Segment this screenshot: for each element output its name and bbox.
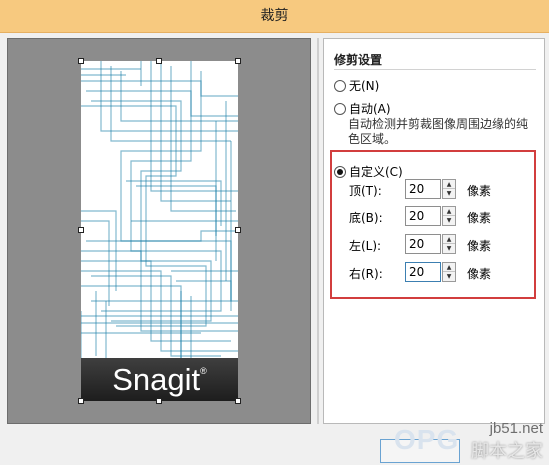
crop-handle-top-left[interactable] [78, 58, 84, 64]
spin-down-icon[interactable]: ▼ [443, 244, 455, 253]
crop-handle-bottom-center[interactable] [156, 398, 162, 404]
trim-settings-pane: 修剪设置 无(N) 自动(A) 自动检测并剪裁图像周围边缘的纯色区域。 自定义(… [323, 38, 545, 424]
auto-description: 自动检测并剪裁图像周围边缘的纯色区域。 [348, 117, 529, 146]
window-title: 裁剪 [260, 8, 289, 24]
crop-preview-pane[interactable]: Snagit® [7, 38, 311, 424]
option-none-label: 无(N) [349, 79, 380, 93]
field-left: 左(L): 20 ▲ ▼ 像素 [349, 234, 499, 255]
top-margin-spinner[interactable]: ▲ ▼ [442, 179, 456, 199]
field-top: 顶(T): 20 ▲ ▼ 像素 [349, 179, 499, 200]
spin-up-icon[interactable]: ▲ [443, 263, 455, 272]
field-left-label: 左(L): [349, 239, 382, 253]
spin-up-icon[interactable]: ▲ [443, 235, 455, 244]
bottom-margin-spinner[interactable]: ▲ ▼ [442, 206, 456, 226]
section-title: 修剪设置 [334, 53, 383, 67]
top-margin-input[interactable]: 20 [405, 179, 441, 199]
field-top-unit: 像素 [467, 184, 492, 198]
option-custom[interactable]: 自定义(C) [334, 163, 403, 180]
site-watermark: OPG jb51.net 脚本之家 [394, 418, 549, 465]
brand-text: Snagit [112, 362, 201, 397]
crop-handle-top-center[interactable] [156, 58, 162, 64]
section-divider [334, 69, 536, 70]
spin-up-icon[interactable]: ▲ [443, 180, 455, 189]
radio-none[interactable] [334, 79, 346, 92]
bottom-margin-input[interactable]: 20 [405, 206, 441, 226]
field-right: 右(R): 20 ▲ ▼ 像素 [349, 262, 499, 283]
window-title-bar: 裁剪 [0, 0, 549, 33]
watermark-logo: OPG [394, 424, 460, 455]
left-margin-spinner[interactable]: ▲ ▼ [442, 234, 456, 254]
field-right-label: 右(R): [349, 267, 383, 281]
spin-down-icon[interactable]: ▼ [443, 272, 455, 281]
watermark-cn-text: 脚本之家 [471, 441, 543, 462]
option-custom-label: 自定义(C) [349, 165, 403, 179]
spin-down-icon[interactable]: ▼ [443, 216, 455, 225]
crop-handle-bottom-right[interactable] [235, 398, 241, 404]
abstract-line-art [81, 61, 238, 362]
crop-handle-bottom-left[interactable] [78, 398, 84, 404]
option-none[interactable]: 无(N) [334, 77, 379, 94]
spin-up-icon[interactable]: ▲ [443, 207, 455, 216]
crop-handle-top-right[interactable] [235, 58, 241, 64]
field-bottom-label: 底(B): [349, 211, 383, 225]
right-margin-spinner[interactable]: ▲ ▼ [442, 262, 456, 282]
pane-divider[interactable] [317, 38, 319, 424]
right-margin-input[interactable]: 20 [405, 262, 441, 282]
field-top-label: 顶(T): [349, 184, 382, 198]
radio-auto[interactable] [334, 102, 346, 115]
field-bottom-unit: 像素 [467, 211, 492, 225]
field-left-unit: 像素 [467, 239, 492, 253]
registered-mark: ® [200, 366, 207, 376]
crop-handle-middle-right[interactable] [235, 227, 241, 233]
watermark-site: jb51.net [489, 420, 543, 437]
radio-custom[interactable] [334, 165, 346, 178]
field-right-unit: 像素 [467, 267, 492, 281]
left-margin-input[interactable]: 20 [405, 234, 441, 254]
preview-image: Snagit® [81, 61, 238, 401]
spin-down-icon[interactable]: ▼ [443, 189, 455, 198]
option-auto[interactable]: 自动(A) [334, 100, 391, 117]
field-bottom: 底(B): 20 ▲ ▼ 像素 [349, 206, 499, 227]
crop-handle-middle-left[interactable] [78, 227, 84, 233]
option-auto-label: 自动(A) [349, 102, 391, 116]
snagit-brand-strip: Snagit® [81, 358, 238, 401]
